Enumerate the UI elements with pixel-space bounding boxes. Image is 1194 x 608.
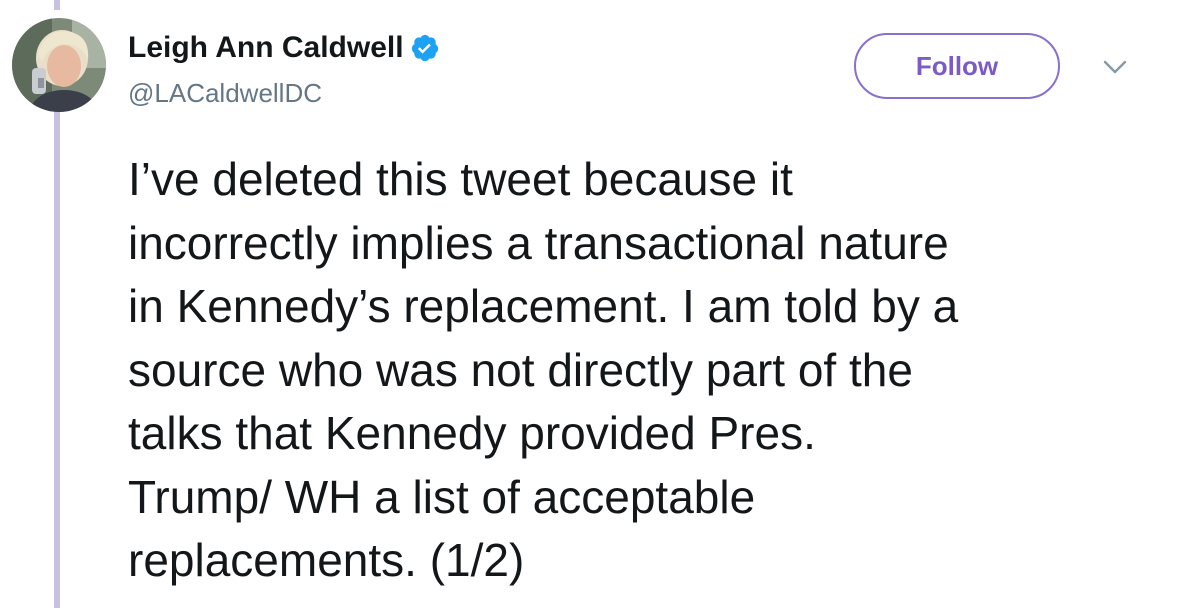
author-name-row: Leigh Ann Caldwell [128,28,440,68]
tweet-text-line: replacements. (1/2) [128,534,525,586]
author-display-name[interactable]: Leigh Ann Caldwell [128,31,404,65]
thread-connector-line [54,112,60,608]
tweet-text-line: incorrectly implies a transactional natu… [128,216,949,269]
tweet-text-line: I’ve deleted this tweet because it [128,153,793,205]
tweet-text-line: Trump/ WH a list of acceptable [128,470,756,523]
verified-badge-icon [410,33,440,63]
avatar[interactable] [12,18,106,112]
profile-avatar-image [12,18,106,112]
tweet-text-line: source who was not directly part of the [128,343,913,396]
chevron-down-icon[interactable] [1100,56,1130,78]
follow-button[interactable]: Follow [854,33,1060,99]
thread-connector-top [54,0,60,10]
tweet-text-line: talks that Kennedy provided Pres. [128,407,816,459]
author-handle[interactable]: @LACaldwellDC [128,78,322,109]
tweet-text-line: in Kennedy’s replacement. I am told by a [128,280,959,332]
tweet-text: I’ve deleted this tweet because it incor… [128,148,1178,593]
